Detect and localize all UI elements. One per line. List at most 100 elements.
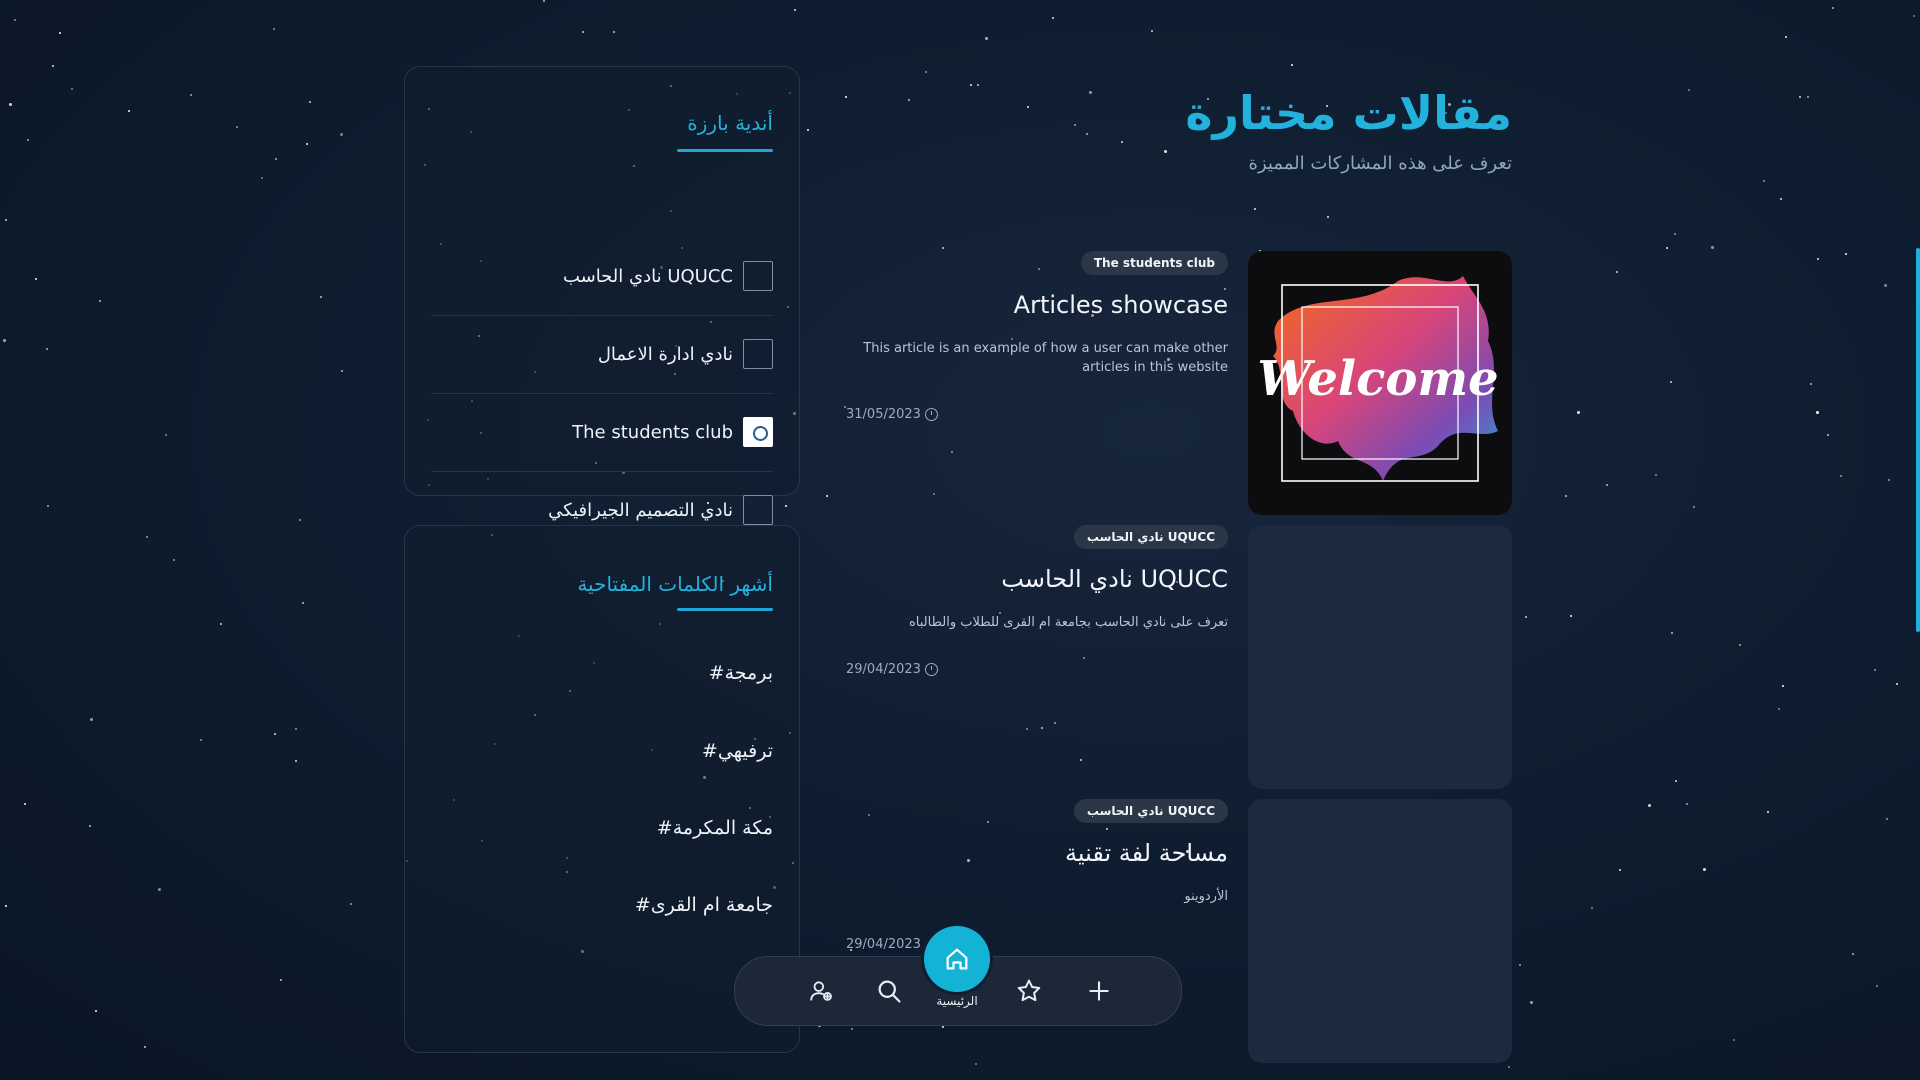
star-dot bbox=[1666, 247, 1668, 249]
star-dot bbox=[1327, 216, 1329, 218]
star-dot bbox=[1810, 383, 1812, 385]
star-dot bbox=[1827, 434, 1829, 436]
welcome-text: Welcome bbox=[1257, 351, 1498, 407]
star-dot bbox=[1670, 381, 1672, 383]
star-dot bbox=[1785, 36, 1787, 38]
article-thumbnail[interactable] bbox=[1248, 799, 1512, 1063]
star-dot bbox=[1799, 96, 1801, 98]
star-dot bbox=[1703, 868, 1706, 871]
article-title[interactable]: مساحة لفة تقنية bbox=[848, 839, 1228, 867]
tag-link[interactable]: #مكة المكرمة bbox=[657, 817, 773, 839]
club-badge[interactable]: The students club bbox=[1080, 251, 1228, 275]
tag-link[interactable]: #جامعة ام القرى bbox=[635, 894, 773, 916]
star-dot bbox=[350, 903, 352, 905]
star-dot bbox=[1565, 495, 1567, 497]
search-icon bbox=[878, 980, 901, 1003]
star-dot bbox=[975, 1063, 977, 1065]
star-dot bbox=[1832, 7, 1834, 9]
star-dot bbox=[9, 103, 12, 106]
club-logo bbox=[743, 417, 773, 447]
favorites-button[interactable] bbox=[1011, 973, 1047, 1009]
club-logo bbox=[743, 339, 773, 369]
scrollbar-thumb[interactable] bbox=[1916, 248, 1920, 632]
star-dot bbox=[89, 825, 91, 827]
star-dot bbox=[1052, 17, 1054, 19]
star-dot bbox=[1519, 964, 1521, 966]
star-dot bbox=[200, 739, 202, 741]
star-dot bbox=[826, 495, 828, 497]
star-dot bbox=[1767, 811, 1769, 813]
club-logo bbox=[743, 261, 773, 291]
star-dot bbox=[1807, 96, 1809, 98]
home-button[interactable] bbox=[924, 926, 990, 992]
section-title: مقالات مختارة bbox=[1185, 86, 1512, 140]
star-dot bbox=[1817, 258, 1819, 260]
star-dot bbox=[128, 110, 130, 112]
star-dot bbox=[543, 0, 545, 2]
article-date: 31/05/2023 bbox=[846, 407, 938, 422]
article-card[interactable]: نادي الحاسب UQUCC نادي الحاسب UQUCC تعرف… bbox=[846, 525, 1512, 789]
star-dot bbox=[52, 65, 54, 67]
star-dot bbox=[1671, 632, 1673, 634]
add-button[interactable] bbox=[1081, 973, 1117, 1009]
star-dot bbox=[236, 126, 238, 128]
add-user-button[interactable] bbox=[803, 973, 839, 1009]
home-icon bbox=[946, 948, 968, 970]
star-dot bbox=[1693, 506, 1695, 508]
star-dot bbox=[1291, 64, 1293, 66]
star-dot bbox=[942, 247, 944, 249]
article-date: 29/04/2023 bbox=[846, 662, 938, 677]
star-dot bbox=[340, 133, 343, 136]
star-dot bbox=[613, 31, 615, 33]
star-dot bbox=[306, 143, 308, 145]
star-dot bbox=[1606, 484, 1608, 486]
article-thumbnail[interactable] bbox=[1248, 525, 1512, 789]
star-dot bbox=[302, 602, 304, 604]
star-dot bbox=[274, 733, 276, 735]
star-dot bbox=[1852, 953, 1854, 955]
star-dot bbox=[1876, 985, 1878, 987]
star-dot bbox=[309, 101, 311, 103]
star-dot bbox=[295, 760, 297, 762]
club-item-uqucc[interactable]: نادي الحاسب UQUCC bbox=[431, 237, 773, 316]
star-dot bbox=[794, 9, 796, 11]
club-item-business[interactable]: نادي ادارة الاعمال bbox=[431, 315, 773, 394]
star-dot bbox=[47, 505, 49, 507]
star-dot bbox=[582, 31, 584, 33]
date-text: 31/05/2023 bbox=[846, 407, 921, 422]
tag-link[interactable]: #برمجة bbox=[709, 662, 773, 684]
club-item-label: نادي الحاسب UQUCC bbox=[562, 265, 733, 287]
search-button[interactable] bbox=[871, 973, 907, 1009]
star-dot bbox=[295, 728, 297, 730]
page: أندية بارزة نادي الحاسب UQUCC نادي ادارة… bbox=[0, 0, 1920, 1080]
star-dot bbox=[1655, 474, 1657, 476]
club-badge[interactable]: نادي الحاسب UQUCC bbox=[1073, 525, 1228, 549]
article-excerpt: تعرف على نادي الحاسب بجامعة ام القرى للط… bbox=[908, 615, 1228, 630]
article-title[interactable]: Articles showcase bbox=[848, 291, 1228, 319]
clubs-panel-title: أندية بارزة bbox=[687, 111, 773, 135]
tags-panel-title: أشهر الكلمات المفتاحية bbox=[577, 572, 773, 596]
star-dot bbox=[27, 139, 29, 141]
star-dot bbox=[1780, 198, 1782, 200]
star-dot bbox=[5, 905, 7, 907]
star-dot bbox=[1591, 907, 1593, 909]
add-user-icon bbox=[810, 981, 832, 1001]
star-dot bbox=[1763, 180, 1765, 182]
tag-link[interactable]: #ترفيهي bbox=[702, 740, 773, 762]
clock-icon bbox=[924, 408, 938, 421]
star-dot bbox=[99, 300, 101, 302]
article-card[interactable]: Welcome The students club Articles showc… bbox=[846, 251, 1512, 515]
star-dot bbox=[1688, 89, 1690, 91]
article-thumbnail[interactable]: Welcome bbox=[1248, 251, 1512, 515]
article-body: نادي الحاسب UQUCC مساحة لفة تقنية الأردو… bbox=[848, 799, 1228, 906]
article-title[interactable]: نادي الحاسب UQUCC bbox=[848, 565, 1228, 593]
club-badge[interactable]: نادي الحاسب UQUCC bbox=[1073, 799, 1228, 823]
star-dot bbox=[785, 505, 787, 507]
star-dot bbox=[1896, 683, 1898, 685]
featured-articles-section: مقالات مختارة تعرف على هذه المشاركات الم… bbox=[846, 70, 1512, 174]
star-dot bbox=[144, 1046, 146, 1048]
club-item-students[interactable]: The students club bbox=[431, 393, 773, 472]
star-dot bbox=[280, 979, 282, 981]
star-dot bbox=[5, 219, 7, 221]
star-dot bbox=[1619, 869, 1621, 871]
